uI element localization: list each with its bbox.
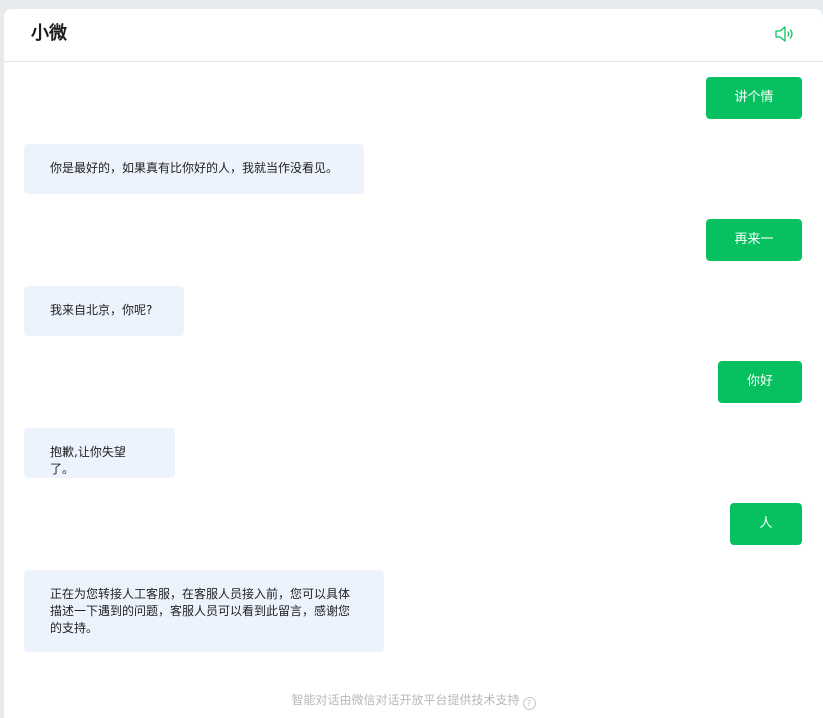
bot-message: 你是最好的，如果真有比你好的人，我就当作没看见。 — [24, 144, 364, 194]
help-icon[interactable]: ? — [522, 697, 536, 710]
bot-message: 我来自北京，你呢? — [24, 286, 184, 336]
speaker-icon[interactable] — [773, 23, 795, 45]
user-message: 再来一个 — [706, 219, 802, 289]
bot-message: 正在为您转接人工客服，在客服人员接入前，您可以具体描述一下遇到的问题，客服人员可… — [24, 570, 384, 652]
user-message: 人工 — [730, 503, 802, 573]
footer-note: 智能对话由微信对话开放平台提供技术支持? — [4, 692, 823, 710]
bot-message: 抱歉,让你失望了。 — [24, 428, 175, 478]
chat-header: 小微 — [4, 9, 823, 62]
user-message: 讲个情话 — [706, 77, 802, 147]
footer-text: 智能对话由微信对话开放平台提供技术支持 — [291, 693, 520, 707]
user-message: 你好蠢 — [718, 361, 802, 431]
chat-title: 小微 — [31, 23, 67, 44]
chat-window: 小微 讲个情话 你是最好的，如果真有比你好的人，我就当作没看见。 再来一个 我来… — [4, 9, 823, 718]
